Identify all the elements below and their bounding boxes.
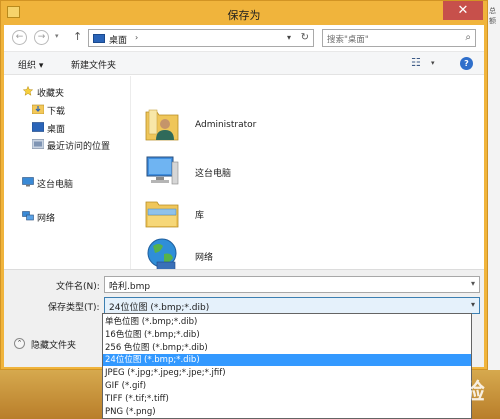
address-bar[interactable]: 桌面 › ▾ ↻ [88,29,314,47]
view-options-icon[interactable]: ☷ [411,56,421,69]
list-item-this-pc[interactable]: 这台电脑 [145,152,445,192]
new-folder-button[interactable]: 新建文件夹 [71,58,116,71]
list-item-libraries[interactable]: 库 [145,194,445,234]
filetype-option[interactable]: PNG (*.png) [103,406,471,418]
navigation-bar: ← → ▾ ↑ 桌面 › ▾ ↻ 搜索"桌面" ⌕ [4,25,484,51]
star-icon [22,86,34,96]
chevron-down-icon[interactable]: ▾ [471,279,475,288]
sidebar-item-label: 收藏夹 [37,89,65,99]
address-dropdown-icon[interactable]: ▾ [287,33,291,42]
filename-field[interactable]: 哈利.bmp ▾ [104,276,480,293]
breadcrumb-chevron-icon[interactable]: › [135,33,138,42]
up-button[interactable]: ↑ [73,30,82,43]
filetype-selected-value: 24位位图 (*.bmp;*.dib) [109,303,210,313]
chevron-down-icon[interactable]: ▾ [471,300,475,309]
sidebar-item-label: 下载 [47,107,66,117]
user-folder-icon [145,109,179,141]
forward-button[interactable]: → [34,30,49,45]
address-crumb-desktop[interactable]: 桌面 [109,33,127,46]
filetype-option-selected[interactable]: 24位位图 (*.bmp;*.dib) [103,354,471,366]
filetype-label: 保存类型(T): [48,303,100,313]
list-item-label: Administrator [195,120,257,130]
chevron-down-icon: ▾ [55,32,59,40]
computer-icon [146,156,179,185]
background-window-strip [488,0,500,419]
dialog-title: 保存为 [227,9,261,22]
sidebar-item-favorites[interactable]: 收藏夹 [4,84,130,100]
forward-arrow-icon: → [37,32,46,42]
filetype-option[interactable]: 16色位图 (*.bmp;*.dib) [103,329,471,341]
refresh-icon[interactable]: ↻ [301,32,309,43]
sidebar-item-recent-places[interactable]: 最近访问的位置 [4,137,130,153]
network-globe-icon [147,238,177,271]
back-button[interactable]: ← [12,30,27,45]
view-dropdown-icon[interactable]: ▾ [431,59,435,67]
navigation-pane: 收藏夹 下载 桌面 最近访问的位置 这台电脑 网络 [4,76,130,269]
list-item-label: 库 [195,211,205,221]
sidebar-item-label: 桌面 [47,125,66,135]
library-icon [145,201,179,228]
search-input[interactable]: 搜索"桌面" [327,33,369,45]
sidebar-item-label: 这台电脑 [37,180,74,190]
network-icon [22,211,34,221]
desktop-icon [93,34,105,43]
filename-label: 文件名(N): [56,282,100,292]
organize-button[interactable]: 组织 ▾ [18,58,43,71]
computer-icon [22,177,34,187]
sidebar-item-downloads[interactable]: 下载 [4,102,130,118]
close-button[interactable]: ✕ [443,1,483,20]
command-toolbar: 组织 ▾ 新建文件夹 ☷ ▾ ? [4,51,484,75]
search-icon[interactable]: ⌕ [465,32,471,43]
close-icon: ✕ [457,3,469,18]
filetype-option[interactable]: 单色位图 (*.bmp;*.dib) [103,316,471,328]
filetype-select[interactable]: 24位位图 (*.bmp;*.dib) ▾ [104,297,480,314]
help-icon[interactable]: ? [460,57,473,70]
file-list: Administrator 这台电脑 库 网络 [131,76,484,271]
filename-input[interactable]: 哈利.bmp [109,279,150,292]
list-item-label: 网络 [195,253,214,263]
collapse-icon: ⌃ [14,338,25,349]
baidu-watermark: Baidu经验 [364,380,486,405]
up-arrow-icon: ↑ [73,30,83,43]
hide-folders-label: 隐藏文件夹 [31,341,77,351]
download-folder-icon [32,104,44,114]
sidebar-item-label: 最近访问的位置 [47,142,111,152]
sidebar-item-this-pc[interactable]: 这台电脑 [4,175,130,191]
list-item-label: 这台电脑 [195,169,232,179]
desktop-icon [32,122,44,132]
list-item-administrator[interactable]: Administrator [145,106,445,146]
title-bar[interactable]: 保存为 ✕ [1,1,487,25]
search-box[interactable]: 搜索"桌面" ⌕ [322,29,476,47]
back-arrow-icon: ← [15,32,24,42]
recent-locations-button[interactable]: ▾ [55,32,59,40]
recent-places-icon [32,139,44,149]
sidebar-item-desktop[interactable]: 桌面 [4,120,130,136]
filetype-option[interactable]: 256 色位图 (*.bmp;*.dib) [103,342,471,354]
background-text: 总额 [489,7,496,25]
sidebar-item-network[interactable]: 网络 [4,209,130,225]
sidebar-item-label: 网络 [37,214,56,224]
